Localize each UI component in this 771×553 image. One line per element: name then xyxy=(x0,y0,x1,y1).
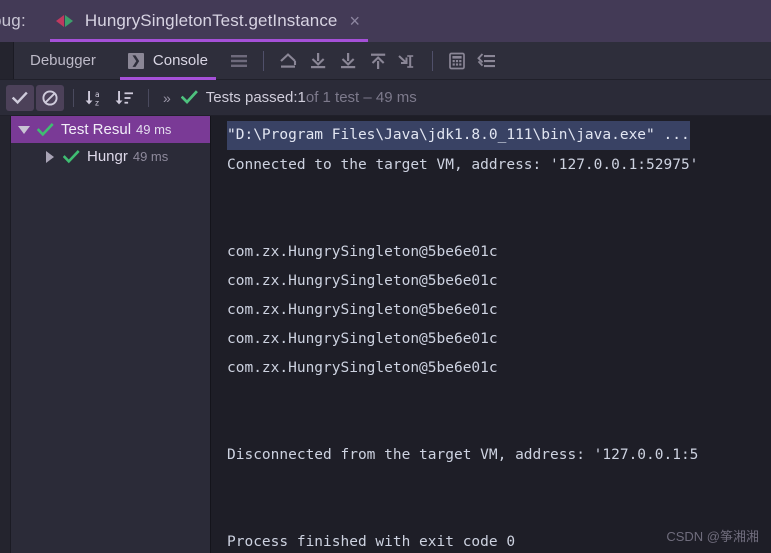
console-line-text: Process finished with exit code 0 xyxy=(227,533,516,550)
step-into-icon[interactable] xyxy=(333,46,363,76)
runbar-separator-1 xyxy=(73,88,74,107)
debug-tab-bar: bug: HungrySingletonTest.getInstance × xyxy=(0,0,771,42)
console-line-text: com.zx.HungrySingleton@5be6e01c xyxy=(227,330,498,347)
chevron-down-icon[interactable] xyxy=(11,125,37,134)
tree-row-test-results[interactable]: Test Resul 49 ms xyxy=(11,116,210,143)
step-over-icon[interactable] xyxy=(303,46,333,76)
console-line: com.zx.HungrySingleton@5be6e01c xyxy=(211,353,771,382)
console-line-text: com.zx.HungrySingleton@5be6e01c xyxy=(227,243,498,260)
toolbar-overflow-button[interactable]: » xyxy=(156,90,177,106)
sort-duration-icon[interactable] xyxy=(111,85,139,111)
tree-row-hungry-singleton-test[interactable]: Hungr 49 ms xyxy=(11,143,210,170)
tree-row-label: Hungr xyxy=(87,148,128,165)
console-line-text: com.zx.HungrySingleton@5be6e01c xyxy=(227,359,498,376)
tests-passed-count: 1 xyxy=(297,89,306,106)
show-ignored-toggle[interactable] xyxy=(36,84,64,111)
run-to-cursor-icon[interactable] xyxy=(393,46,423,76)
settings-filter-icon[interactable] xyxy=(472,46,502,76)
tree-row-label: Test Resul xyxy=(61,121,132,138)
debug-body: Test Resul 49 ms Hungr 49 ms "D:\Program… xyxy=(0,116,771,553)
evaluate-expression-icon[interactable] xyxy=(442,46,472,76)
console-line-text: com.zx.HungrySingleton@5be6e01c xyxy=(227,301,498,318)
console-line: com.zx.HungrySingleton@5be6e01c xyxy=(211,237,771,266)
step-out-icon[interactable] xyxy=(273,46,303,76)
chevron-right-icon[interactable] xyxy=(37,150,63,163)
debugger-console-toolbar: Debugger ❯ Console xyxy=(0,42,771,80)
console-line-text: "D:\Program Files\Java\jdk1.8.0_111\bin\… xyxy=(227,121,690,150)
sort-alpha-icon[interactable]: a z xyxy=(81,85,109,111)
soft-wrap-icon[interactable] xyxy=(224,46,254,76)
tab-debugger-label: Debugger xyxy=(30,52,96,69)
runbar-separator-2 xyxy=(148,88,149,107)
test-runner-toolbar: a z » Tests passed: 1 of 1 test – 49 ms xyxy=(0,80,771,116)
tab-console-label: Console xyxy=(152,52,208,69)
console-line: "D:\Program Files\Java\jdk1.8.0_111\bin\… xyxy=(211,121,771,150)
tree-row-duration: 49 ms xyxy=(132,149,169,164)
console-line-text: Connected to the target VM, address: '12… xyxy=(227,156,699,173)
close-icon[interactable]: × xyxy=(349,12,360,30)
toolbar-left-edge xyxy=(0,42,14,79)
window-label: bug: xyxy=(0,11,26,30)
console-line-text: Disconnected from the target VM, address… xyxy=(227,446,699,463)
console-line: Disconnected from the target VM, address… xyxy=(211,440,771,469)
console-icon: ❯ xyxy=(127,52,144,69)
tree-row-duration: 49 ms xyxy=(136,122,172,137)
toolbar-separator-1 xyxy=(262,50,264,71)
tests-total-label: of 1 test – 49 ms xyxy=(305,89,417,106)
console-line: com.zx.HungrySingleton@5be6e01c xyxy=(211,324,771,353)
tab-title: HungrySingletonTest.getInstance xyxy=(84,11,338,30)
debug-step-icon xyxy=(55,14,74,28)
console-line: com.zx.HungrySingleton@5be6e01c xyxy=(211,295,771,324)
tests-passed-label: Tests passed: xyxy=(205,89,298,106)
debug-tool-window: bug: HungrySingletonTest.getInstance × D… xyxy=(0,0,771,553)
status-badge: Tests passed: 1 of 1 test – 49 ms xyxy=(180,89,417,106)
tab-console[interactable]: ❯ Console xyxy=(112,42,224,80)
console-line-text: com.zx.HungrySingleton@5be6e01c xyxy=(227,272,498,289)
test-passed-check-icon xyxy=(37,122,54,137)
tool-window-gutter xyxy=(0,116,11,553)
test-passed-check-icon xyxy=(63,149,80,164)
console-line: com.zx.HungrySingleton@5be6e01c xyxy=(211,266,771,295)
watermark: CSDN @筝湘湘 xyxy=(666,529,759,544)
tab-hungrysingletontest-getinstance[interactable]: HungrySingletonTest.getInstance × xyxy=(42,0,369,42)
tab-debugger[interactable]: Debugger xyxy=(14,42,112,80)
toolbar-separator-2 xyxy=(431,50,433,71)
force-step-into-icon[interactable] xyxy=(363,46,393,76)
test-results-tree[interactable]: Test Resul 49 ms Hungr 49 ms xyxy=(11,116,210,553)
tests-passed-check-icon xyxy=(180,90,198,105)
svg-text:z: z xyxy=(95,98,99,107)
console-line: Connected to the target VM, address: '12… xyxy=(211,150,771,179)
console-output[interactable]: "D:\Program Files\Java\jdk1.8.0_111\bin\… xyxy=(211,116,771,553)
show-passed-toggle[interactable] xyxy=(6,84,34,111)
